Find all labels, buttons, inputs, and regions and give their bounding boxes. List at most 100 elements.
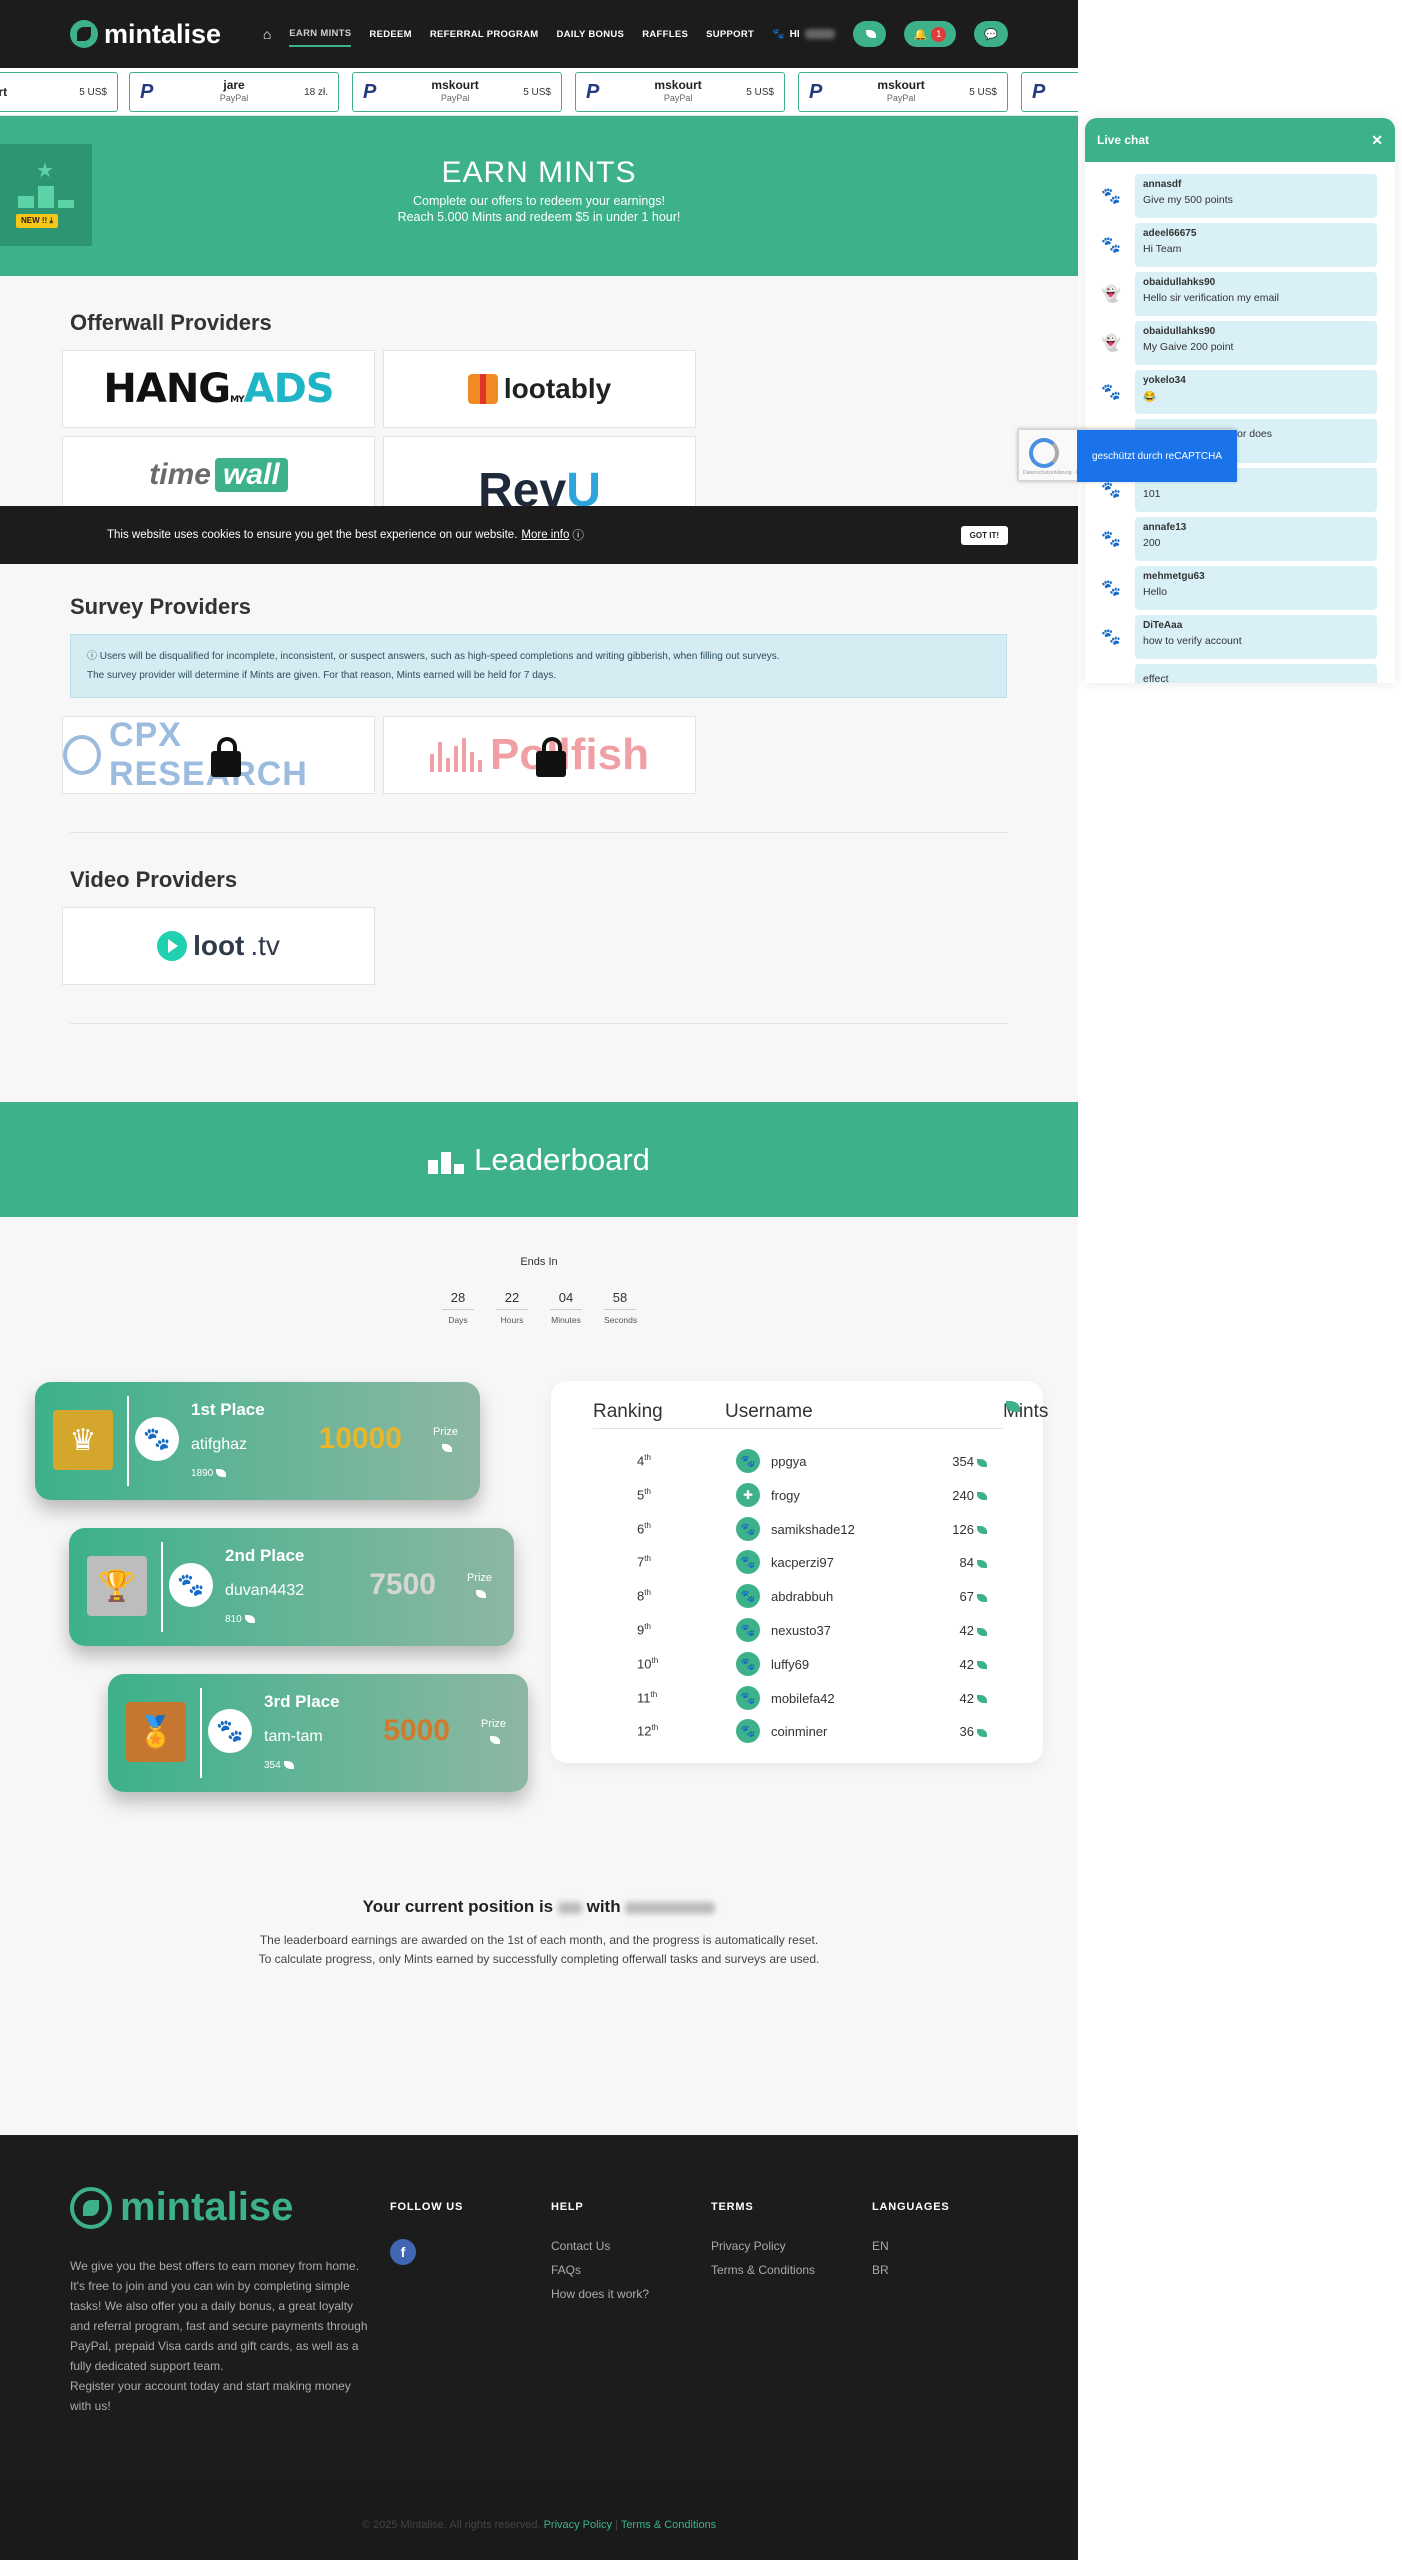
leaf-icon	[977, 1559, 987, 1568]
nav-daily-bonus[interactable]: DAILY BONUS	[556, 23, 624, 46]
avatar: 🐾	[736, 1651, 760, 1676]
logo-text-wall: wall	[214, 458, 288, 492]
nav-earn-mints[interactable]: EARN MINTS	[289, 22, 352, 47]
avatar: 🐾	[736, 1550, 760, 1575]
chat-user[interactable]: mehmetgu63	[1143, 571, 1369, 582]
prize-label: Prize	[481, 1716, 506, 1748]
nav-redeem[interactable]: REDEEM	[369, 23, 411, 46]
offerwall-section: Offerwall Providers HANGMYADS lootably t…	[0, 310, 1078, 514]
rank-cell: 9th	[637, 1622, 651, 1637]
ghost-icon: 👻	[1097, 329, 1125, 357]
contact-us-link[interactable]: Contact Us	[551, 2239, 649, 2253]
timewall-logo: time wall	[149, 458, 288, 492]
avatar: 🐾	[736, 1719, 760, 1744]
new-offers-badge[interactable]: ★ NEW !! ⤓	[0, 144, 92, 246]
footer-brand: mintalise	[120, 2185, 294, 2229]
recaptcha-badge[interactable]: Datenschutzerklärung · Nutzungsbedingung…	[1018, 429, 1237, 482]
timer-value: 28	[442, 1290, 474, 1310]
mints-value: 42	[959, 1690, 974, 1706]
brand-logo[interactable]: mintalise	[70, 19, 221, 50]
cookie-accept-button[interactable]: GOT IT!	[960, 525, 1008, 545]
nav-raffles[interactable]: RAFFLES	[642, 23, 688, 46]
footer-terms: TERMS Privacy Policy Terms & Conditions	[711, 2201, 815, 2287]
divider	[127, 1396, 129, 1486]
chat-bubble: mehmetgu63 Hello	[1135, 566, 1377, 610]
chat-user[interactable]: annasdf	[1143, 179, 1369, 190]
mints-value: 84	[959, 1555, 974, 1571]
notifications-button[interactable]: 🔔 1	[903, 21, 957, 47]
footer-logo[interactable]: mintalise	[70, 2185, 293, 2230]
terms-conditions-link[interactable]: Terms & Conditions	[711, 2263, 815, 2277]
chat-user[interactable]: adeel66675	[1143, 228, 1369, 239]
chat-message: 👻 obaidullahks90 Hello sir verification my…	[1093, 272, 1387, 316]
bottom-privacy-link[interactable]: Privacy Policy	[544, 2519, 612, 2531]
nav-support[interactable]: SUPPORT	[706, 23, 754, 46]
cookie-more-info-link[interactable]: More info	[521, 529, 569, 541]
chat-toggle-button[interactable]: 💬	[974, 21, 1008, 47]
mints-cell: 42	[960, 1657, 987, 1672]
provider-cpx-research[interactable]: CPX RESEARCH	[62, 716, 375, 794]
ticker-amount: 5 US$	[79, 86, 107, 98]
provider-hangmyads[interactable]: HANGMYADS	[62, 350, 375, 428]
lang-br-link[interactable]: BR	[872, 2263, 949, 2277]
ranking-header: Ranking Username Mints	[593, 1401, 1048, 1429]
chat-user[interactable]: obaidullahks90	[1143, 277, 1369, 288]
mints-cell: 240	[952, 1488, 987, 1503]
hero-line-2: Reach 5.000 Mints and redeem $5 in under…	[397, 210, 681, 224]
avatar: 🐾	[169, 1563, 213, 1607]
provider-revu[interactable]: RevU	[383, 436, 696, 514]
mints-cell: 84	[960, 1555, 987, 1570]
podium-third: 🏅 🐾 3rd Place tam-tam 354 5000 Prize	[108, 1674, 528, 1792]
nav-referral-program[interactable]: REFERRAL PROGRAM	[430, 23, 539, 46]
chat-user[interactable]: DiTeAaa	[1143, 620, 1369, 631]
home-icon[interactable]: ⌂	[263, 26, 271, 42]
faqs-link[interactable]: FAQs	[551, 2263, 649, 2277]
rank-cell: 11th	[637, 1690, 657, 1705]
username-cell: frogy	[771, 1487, 800, 1503]
chat-user[interactable]: annafe13	[1143, 522, 1369, 533]
ticker-method: PayPal	[886, 93, 916, 103]
paw-icon: 🐾	[1097, 525, 1125, 553]
privacy-policy-link[interactable]: Privacy Policy	[711, 2239, 815, 2253]
cpx-circle-icon	[63, 735, 102, 775]
username-cell: luffy69	[771, 1656, 810, 1672]
current-position: Your current position is with	[0, 1897, 1078, 1917]
close-icon[interactable]: ✕	[1371, 132, 1383, 149]
user-menu[interactable]: 🐾 HI	[772, 28, 835, 40]
payout-ticker: urt 5 US$ P jarePayPal 18 zł. P mskourtP…	[0, 68, 1078, 116]
chat-text: My Gaive 200 point	[1143, 341, 1234, 353]
play-icon	[157, 931, 188, 961]
blurred-position	[557, 1901, 582, 1914]
lang-en-link[interactable]: EN	[872, 2239, 949, 2253]
leaf-icon	[283, 1761, 294, 1770]
chat-text: effect	[1143, 673, 1169, 683]
how-it-works-link[interactable]: How does it work?	[551, 2287, 649, 2301]
bottom-terms-link[interactable]: Terms & Conditions	[621, 2519, 716, 2531]
chat-user[interactable]: obaidullahks90	[1143, 326, 1369, 337]
chat-user[interactable]: yokelo34	[1143, 375, 1369, 386]
cookie-banner: This website uses cookies to ensure you …	[0, 506, 1078, 564]
chat-bubble: adeel66675 Hi Team	[1135, 223, 1377, 267]
podium-mints-value: 810	[225, 1614, 242, 1625]
crown-icon: ♛	[53, 1410, 113, 1470]
leaf-icon	[977, 1627, 987, 1636]
chat-bubble: annafe13 200	[1135, 517, 1377, 561]
provider-pollfish[interactable]: Pollfish	[383, 716, 696, 794]
live-chat-panel: Live chat ✕ 🐾 annasdf Give my 500 points 🐾 a…	[1085, 118, 1395, 683]
follow-title: FOLLOW US	[390, 2201, 464, 2213]
chat-message: 🐾 yokelo34 😂	[1093, 370, 1387, 414]
podium-user: atifghaz	[191, 1436, 248, 1453]
chat-bubble: obaidullahks90 Hello sir verification my …	[1135, 272, 1377, 316]
provider-timewall[interactable]: time wall	[62, 436, 375, 514]
recaptcha-text: geschützt durch reCAPTCHA	[1077, 430, 1237, 482]
mints-value: 67	[959, 1589, 974, 1605]
provider-loottv[interactable]: loot .tv	[62, 907, 375, 985]
facebook-icon[interactable]: f	[390, 2239, 416, 2265]
mints-balance-button[interactable]	[852, 21, 886, 47]
provider-lootably[interactable]: lootably	[383, 350, 696, 428]
mints-cell: 42	[960, 1691, 987, 1706]
podium-mints: 810	[225, 1614, 255, 1625]
prize-label-text: Prize	[432, 1426, 458, 1438]
paw-icon: 🐾	[772, 28, 785, 40]
chat-text: Hello	[1143, 586, 1167, 598]
